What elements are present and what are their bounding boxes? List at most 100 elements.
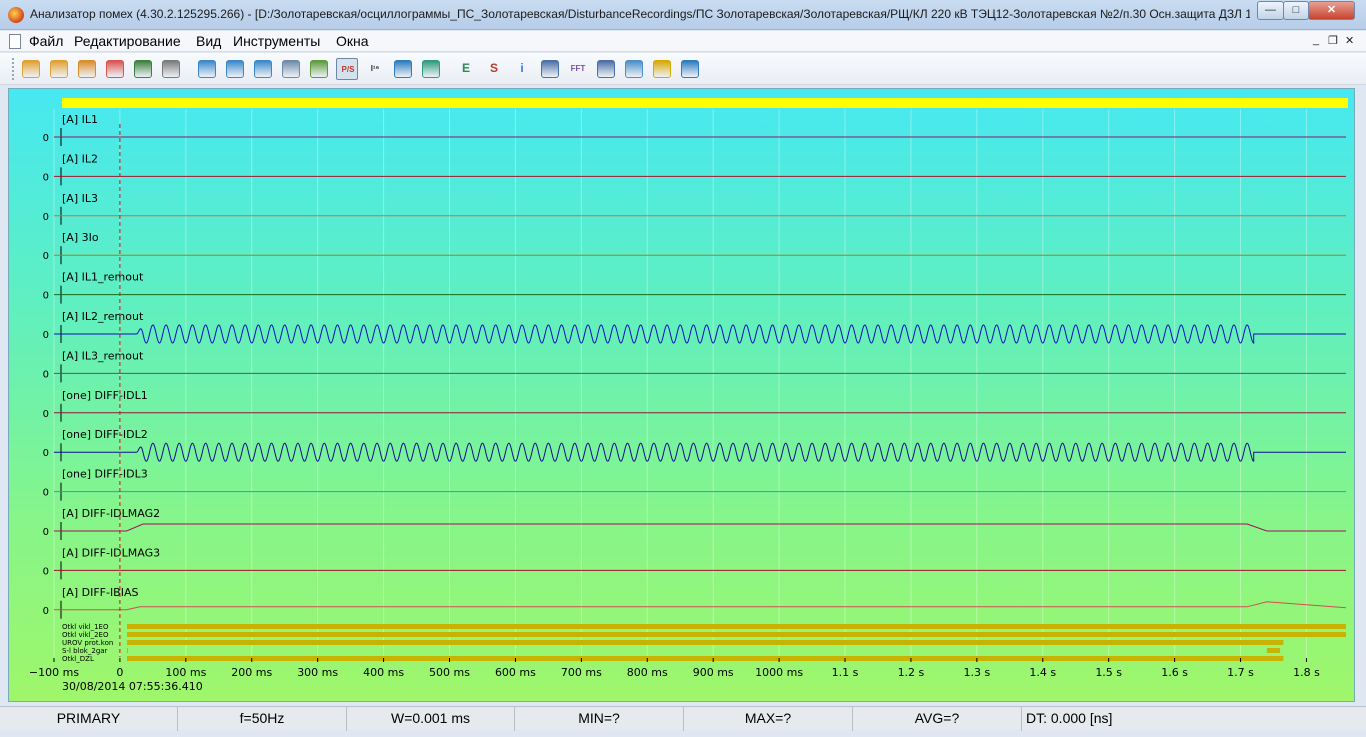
digital-state-bar — [127, 632, 1346, 637]
channel-label: [A] IL3 — [62, 192, 98, 205]
open-folder-button[interactable] — [76, 58, 98, 80]
x-tick-label: 1.6 s — [1161, 666, 1188, 679]
open-icon — [22, 60, 40, 78]
mdi-minimize-button[interactable]: _ — [1313, 34, 1319, 46]
digital-state-bar — [1266, 648, 1281, 653]
zero-label: 0 — [43, 330, 49, 341]
digital-label: Otkl vikl_1EO — [62, 623, 109, 631]
e-button[interactable]: E — [455, 58, 477, 80]
digital-label: Otkl vikl_2EO — [62, 631, 109, 639]
app-icon — [8, 7, 24, 23]
print-icon — [162, 60, 180, 78]
zoom-in-button[interactable] — [196, 58, 218, 80]
zero-label: 0 — [43, 212, 49, 223]
channel-trace[interactable] — [54, 324, 1346, 344]
list-icon — [597, 60, 615, 78]
s-label: S — [489, 61, 498, 75]
toolbar-grip[interactable] — [12, 58, 15, 80]
channel-label: [A] 3Io — [62, 231, 99, 244]
open-add-button[interactable] — [48, 58, 70, 80]
digital-state-bar — [127, 624, 1346, 629]
channel-trace[interactable] — [54, 601, 1347, 611]
menu-file[interactable]: Файл — [29, 33, 63, 49]
fft-button[interactable]: FFT — [567, 58, 589, 80]
zero-label: 0 — [43, 606, 49, 617]
list-button[interactable] — [595, 58, 617, 80]
primary-secondary-icon: P/S — [339, 61, 357, 79]
channel-label: [A] IL3_remout — [62, 349, 144, 362]
zoom-out-icon — [226, 60, 244, 78]
print-button[interactable] — [160, 58, 182, 80]
grid-button[interactable] — [623, 58, 645, 80]
open-button[interactable] — [20, 58, 42, 80]
title-bar: Анализатор помех (4.30.2.125295.266) - [… — [0, 0, 1366, 30]
status-avg: AVG=? — [853, 707, 1022, 731]
zero-label: 0 — [43, 133, 49, 144]
status-frequency: f=50Hz — [178, 707, 347, 731]
x-tick-label: 1.8 s — [1293, 666, 1320, 679]
scale-16-icon: I¹⁶ — [366, 60, 384, 78]
grid-icon — [625, 60, 643, 78]
scale-16-button[interactable]: I¹⁶ — [364, 58, 386, 80]
menu-windows[interactable]: Окна — [336, 33, 369, 49]
overview-bar[interactable] — [62, 98, 1348, 108]
s-button[interactable]: S — [483, 58, 505, 80]
pencil-icon — [653, 60, 671, 78]
x-tick-label: 600 ms — [495, 666, 536, 679]
mdi-close-button[interactable]: ✕ — [1345, 34, 1354, 47]
x-tick-label: 100 ms — [165, 666, 206, 679]
zero-label: 0 — [43, 566, 49, 577]
zoom-reset-button[interactable] — [252, 58, 274, 80]
digital-label: S-l blok_2gar — [62, 647, 108, 655]
oscillogram-plot[interactable]: [A] IL1 0 [A] IL2 0 [A] IL3 0 [A] 3Io 0 [A] IL1_… — [8, 88, 1355, 702]
menu-edit[interactable]: Редактирование — [74, 33, 181, 49]
zero-label: 0 — [43, 291, 49, 302]
primary-secondary-label: P/S — [341, 65, 355, 74]
channel-trace[interactable] — [54, 523, 1346, 532]
phasor-button[interactable] — [679, 58, 701, 80]
channel-trace[interactable] — [54, 442, 1346, 462]
x-tick-label: 1.4 s — [1029, 666, 1056, 679]
x-tick-label: 0 — [116, 666, 123, 679]
digital-label: Otkl_DZL — [62, 655, 94, 663]
diagram-button[interactable] — [392, 58, 414, 80]
close-file-icon — [106, 60, 124, 78]
fft-label: FFT — [570, 64, 586, 73]
toolbar: P/S I¹⁶ E Si FFT — [0, 53, 1366, 85]
diagram-icon — [394, 60, 412, 78]
info-button[interactable]: i — [511, 58, 533, 80]
zero-label: 0 — [43, 409, 49, 420]
minimize-button[interactable]: — — [1257, 1, 1284, 20]
x-tick-label: 1.3 s — [963, 666, 990, 679]
save-button[interactable] — [132, 58, 154, 80]
pencil-button[interactable] — [651, 58, 673, 80]
waveform-button[interactable] — [280, 58, 302, 80]
channel-label: [one] DIFF-IDL1 — [62, 389, 148, 402]
x-tick-label: 200 ms — [231, 666, 272, 679]
x-tick-label: 500 ms — [429, 666, 470, 679]
close-button[interactable]: ✕ — [1308, 1, 1355, 20]
cursor-button[interactable] — [308, 58, 330, 80]
menu-view[interactable]: Вид — [196, 33, 221, 49]
phasor-icon — [681, 60, 699, 78]
channel-label: [A] DIFF-IBIAS — [62, 586, 139, 599]
table-icon — [541, 60, 559, 78]
zoom-out-button[interactable] — [224, 58, 246, 80]
zoom-reset-icon — [254, 60, 272, 78]
mdi-restore-button[interactable]: ❐ — [1328, 34, 1338, 47]
close-file-button[interactable] — [104, 58, 126, 80]
table-button[interactable] — [539, 58, 561, 80]
primary-secondary-button[interactable]: P/S — [336, 58, 358, 80]
digital-state-bar — [127, 656, 1284, 661]
status-bar: PRIMARY f=50Hz W=0.001 ms MIN=? MAX=? AV… — [0, 706, 1366, 731]
status-max: MAX=? — [684, 707, 853, 731]
oscillogram-canvas[interactable]: [A] IL1 0 [A] IL2 0 [A] IL3 0 [A] 3Io 0 [A] IL1_… — [9, 89, 1356, 703]
x-tick-label: 900 ms — [693, 666, 734, 679]
document-icon[interactable] — [9, 34, 21, 49]
layout-button[interactable] — [420, 58, 442, 80]
status-mode[interactable]: PRIMARY — [0, 707, 178, 731]
channel-label: [A] IL1_remout — [62, 271, 144, 284]
menu-tools[interactable]: Инструменты — [233, 33, 320, 49]
scale-16-label: I¹⁶ — [370, 64, 380, 73]
maximize-button[interactable]: □ — [1283, 1, 1309, 20]
